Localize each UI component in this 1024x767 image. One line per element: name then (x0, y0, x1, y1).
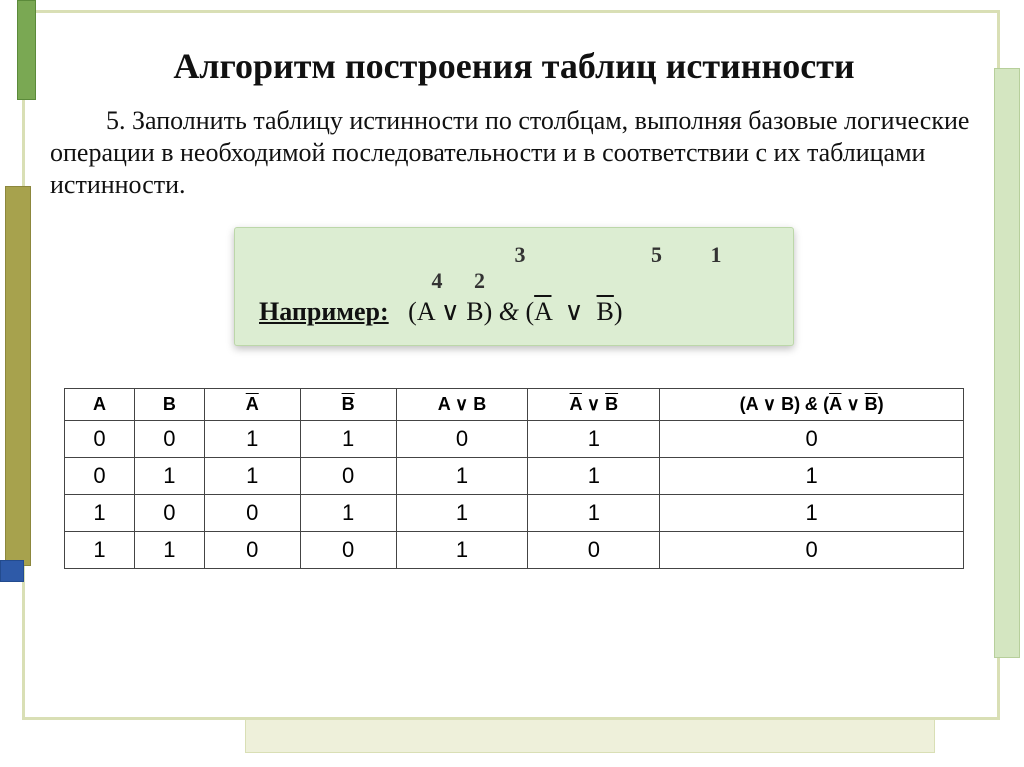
col-B: B (134, 388, 204, 420)
cell: 0 (204, 494, 300, 531)
order-2: 2 (465, 268, 495, 294)
cell: 1 (660, 457, 964, 494)
var-not-A: A (534, 297, 551, 326)
slide: Алгоритм построения таблиц истинности 5.… (0, 0, 1024, 767)
cell: 0 (204, 531, 300, 568)
cell: 0 (660, 420, 964, 457)
not-A-label: A (246, 394, 259, 414)
cell: 1 (134, 457, 204, 494)
page-title: Алгоритм построения таблиц истинности (50, 46, 978, 87)
h5-over-B: B (605, 394, 618, 414)
cell: 1 (528, 420, 660, 457)
deco-left-olive (5, 186, 31, 566)
cell: 0 (300, 531, 396, 568)
evaluation-order: 3 5 1 4 2 (259, 242, 769, 294)
var-not-B: B (597, 297, 614, 326)
var-B: B (466, 297, 483, 326)
table-row: 0 0 1 1 0 1 0 (65, 420, 964, 457)
col-AorB: A ∨ B (396, 388, 528, 420)
cell: 1 (300, 494, 396, 531)
rparen-2: ) (614, 297, 623, 326)
var-A: A (417, 297, 434, 326)
cell: 1 (396, 531, 528, 568)
cell: 1 (65, 531, 135, 568)
table-row: 1 1 0 0 1 0 0 (65, 531, 964, 568)
deco-left-blue (0, 560, 24, 582)
example-box: 3 5 1 4 2 Например: (A ∨ B) & (A ∨ B) (234, 227, 794, 346)
table-header-row: A B A B A ∨ B A ∨ B (A ∨ B) & (A ∨ B) (65, 388, 964, 420)
cell: 0 (65, 420, 135, 457)
h5-over-A: A (570, 394, 582, 414)
op-or-1: ∨ (441, 297, 460, 326)
cell: 0 (300, 457, 396, 494)
cell: 0 (660, 531, 964, 568)
cell: 1 (204, 457, 300, 494)
table-row: 1 0 0 1 1 1 1 (65, 494, 964, 531)
order-5: 5 (631, 242, 683, 268)
cell: 1 (528, 457, 660, 494)
order-4: 4 (415, 268, 459, 294)
cell: 1 (528, 494, 660, 531)
col-not-A: A (204, 388, 300, 420)
h5-or: ∨ (582, 394, 605, 414)
order-3: 3 (415, 242, 625, 268)
rparen-1: ) (484, 297, 493, 326)
col-notA-or-notB: A ∨ B (528, 388, 660, 420)
example-formula: Например: (A ∨ B) & (A ∨ B) (259, 297, 769, 327)
cell: 0 (134, 420, 204, 457)
cell: 1 (204, 420, 300, 457)
op-and: & (499, 297, 519, 326)
table-row: 0 1 1 0 1 1 1 (65, 457, 964, 494)
cell: 0 (396, 420, 528, 457)
h6-or: ∨ (841, 394, 864, 414)
cell: 0 (134, 494, 204, 531)
order-1: 1 (688, 242, 744, 268)
op-or-2: ∨ (564, 297, 583, 326)
col-A: A (65, 388, 135, 420)
h6-overA: A (829, 394, 841, 414)
cell: 1 (396, 494, 528, 531)
cell: 1 (65, 494, 135, 531)
not-B-label: B (342, 394, 355, 414)
h6-overB: B (865, 394, 878, 414)
h6-close: ) (878, 394, 884, 414)
cell: 1 (660, 494, 964, 531)
cell: 1 (396, 457, 528, 494)
deco-bottom-bar (245, 719, 935, 753)
truth-table: A B A B A ∨ B A ∨ B (A ∨ B) & (A ∨ B) 0 (64, 388, 964, 569)
cell: 1 (300, 420, 396, 457)
cell: 1 (134, 531, 204, 568)
step-paragraph: 5. Заполнить таблицу истинности по столб… (50, 105, 978, 200)
lparen-2: ( (525, 297, 534, 326)
col-result: (A ∨ B) & (A ∨ B) (660, 388, 964, 420)
h6-amp: & (805, 394, 823, 414)
deco-right-green (994, 68, 1020, 658)
cell: 0 (65, 457, 135, 494)
lparen-1: ( (408, 297, 417, 326)
table-body: 0 0 1 1 0 1 0 0 1 1 0 1 1 1 (65, 420, 964, 568)
cell: 0 (528, 531, 660, 568)
example-label: Например: (259, 297, 389, 326)
col-not-B: B (300, 388, 396, 420)
content-area: Алгоритм построения таблиц истинности 5.… (50, 46, 978, 569)
h6-pre: (A ∨ B) (740, 394, 806, 414)
deco-left-green (17, 0, 36, 100)
